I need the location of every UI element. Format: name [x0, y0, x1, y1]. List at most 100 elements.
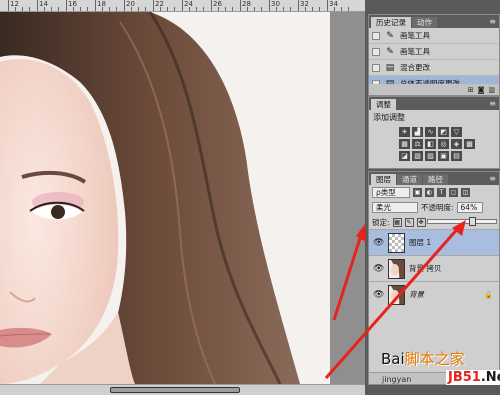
ruler-minor-tick [131, 7, 132, 11]
layer-list: 👁 图层 1 👁 背景 拷贝 👁 背景 🔒 [369, 229, 499, 307]
history-checkbox[interactable] [372, 47, 380, 56]
ruler-minor-tick [102, 7, 103, 11]
color-balance-icon[interactable]: ⚖ [412, 139, 423, 149]
layer-name[interactable]: 背景 拷贝 [409, 263, 441, 274]
watermark-brand-suffix: .Net [480, 370, 500, 385]
lock-brush-icon[interactable]: ✎ [404, 217, 414, 227]
history-item[interactable]: ✎ 画笔工具 [369, 44, 499, 60]
filter-type-icon[interactable]: T [437, 187, 446, 197]
ruler-tick [269, 0, 270, 11]
ruler-minor-tick [15, 7, 16, 11]
tab-history[interactable]: 历史记录 [371, 17, 411, 28]
posterize-icon[interactable]: ▧ [412, 151, 423, 161]
watermark-bai: Bai [381, 350, 405, 368]
filter-type-dropdown[interactable]: ρ类型 [372, 186, 410, 198]
brightness-icon[interactable]: ☀ [399, 127, 410, 137]
lock-move-icon[interactable]: ✥ [416, 217, 426, 227]
ruler-minor-tick [218, 7, 219, 11]
layers-tabbar: 图层 通道 路径 ≡ [369, 172, 499, 185]
filter-pixel-icon[interactable]: ▣ [413, 187, 422, 197]
panel-menu-icon[interactable]: ≡ [489, 15, 499, 28]
photo-filter-icon[interactable]: ◎ [438, 139, 449, 149]
ruler-minor-tick [276, 7, 277, 11]
filter-shape-icon[interactable]: ◻ [449, 187, 458, 197]
ruler-tick [66, 0, 67, 11]
watermark-site-cn: 脚本之家 [404, 350, 465, 368]
ruler-minor-tick [312, 7, 313, 11]
ruler-minor-tick [189, 7, 190, 11]
opacity-slider-knob[interactable] [468, 217, 476, 226]
horizontal-scrollbar[interactable] [0, 384, 365, 395]
color-lookup-icon[interactable]: ▩ [464, 139, 475, 149]
ruler-minor-tick [203, 7, 204, 11]
layer-row[interactable]: 👁 背景 拷贝 [369, 255, 499, 281]
ruler-minor-tick [290, 7, 291, 11]
scrollbar-thumb[interactable] [110, 387, 240, 393]
ruler-tick [95, 0, 96, 11]
ruler-minor-tick [160, 7, 161, 11]
tab-adjustments[interactable]: 调整 [371, 99, 396, 110]
visibility-eye-icon[interactable]: 👁 [373, 264, 384, 274]
brush-icon: ✎ [386, 30, 394, 41]
levels-icon[interactable]: ▟ [412, 127, 423, 137]
adjustments-tabbar: 调整 ≡ [369, 97, 499, 110]
channel-mixer-icon[interactable]: ◈ [451, 139, 462, 149]
layer-name[interactable]: 图层 1 [409, 237, 431, 248]
portrait-photo [0, 12, 330, 384]
layer-thumbnail[interactable] [388, 258, 405, 279]
image-canvas[interactable] [0, 12, 330, 384]
threshold-icon[interactable]: ▨ [425, 151, 436, 161]
layer-name[interactable]: 背景 [409, 289, 424, 300]
tab-layers[interactable]: 图层 [371, 174, 396, 185]
tab-paths[interactable]: 路径 [423, 174, 448, 185]
exposure-icon[interactable]: ◩ [438, 127, 449, 137]
camera-icon[interactable]: ◙ [478, 86, 485, 94]
invert-icon[interactable]: ◪ [399, 151, 410, 161]
vibrance-icon[interactable]: ▽ [451, 127, 462, 137]
filter-adjustment-icon[interactable]: ◐ [425, 187, 434, 197]
panel-menu-icon[interactable]: ≡ [489, 97, 499, 110]
history-checkbox[interactable] [372, 31, 380, 40]
curves-icon[interactable]: ∿ [425, 127, 436, 137]
ruler-tick [240, 0, 241, 11]
visibility-eye-icon[interactable]: 👁 [373, 238, 384, 248]
layer-row[interactable]: 👁 背景 🔒 [369, 281, 499, 307]
opacity-input[interactable]: 64% [456, 201, 483, 213]
watermark-site: Bai脚本之家 [381, 348, 465, 369]
tab-actions[interactable]: 动作 [412, 17, 437, 28]
black-white-icon[interactable]: ◧ [425, 139, 436, 149]
lock-icon: 🔒 [484, 290, 493, 299]
history-item-label: 混合更改 [400, 63, 430, 72]
document-icon: ▤ [385, 62, 395, 73]
layer-thumbnail[interactable] [388, 284, 405, 305]
ruler-minor-tick [334, 7, 335, 11]
layer-thumbnail[interactable] [388, 232, 405, 253]
selective-color-icon[interactable]: ▣ [438, 151, 449, 161]
layer-row[interactable]: 👁 图层 1 [369, 229, 499, 255]
ruler-tick [37, 0, 38, 11]
ruler-minor-tick [145, 7, 146, 11]
visibility-eye-icon[interactable]: 👁 [373, 290, 384, 300]
gradient-map-icon[interactable]: ▤ [451, 151, 462, 161]
tab-channels[interactable]: 通道 [397, 174, 422, 185]
blend-mode-dropdown[interactable]: 柔光 [372, 201, 418, 213]
panel-menu-icon[interactable]: ≡ [489, 172, 499, 185]
watermark-brand-name: JB51 [448, 370, 481, 385]
adjustment-icons-row-3: ◪ ▧ ▨ ▣ ▤ [369, 151, 499, 161]
filter-smart-object-icon[interactable]: ◫ [461, 187, 470, 197]
ruler-minor-tick [247, 7, 248, 11]
opacity-label: 不透明度: [421, 202, 454, 212]
lock-label: 锁定: [372, 217, 390, 227]
top-ruler: 12 14 16 18 20 22 24 26 28 30 32 34 [0, 0, 365, 12]
ruler-minor-tick [29, 7, 30, 11]
hue-saturation-icon[interactable]: ▦ [399, 139, 410, 149]
trash-icon[interactable]: ▥ [488, 86, 495, 94]
history-item[interactable]: ✎ 画笔工具 [369, 28, 499, 44]
history-tabbar: 历史记录 动作 ≡ [369, 15, 499, 28]
opacity-slider[interactable] [427, 217, 497, 226]
new-document-from-state-icon[interactable]: ⊞ [468, 86, 474, 94]
history-checkbox[interactable] [372, 63, 380, 72]
adjustment-icons-row-2: ▦ ⚖ ◧ ◎ ◈ ▩ [369, 139, 499, 149]
history-item[interactable]: ▤ 混合更改 [369, 60, 499, 76]
lock-transparency-icon[interactable]: ▦ [392, 217, 402, 227]
